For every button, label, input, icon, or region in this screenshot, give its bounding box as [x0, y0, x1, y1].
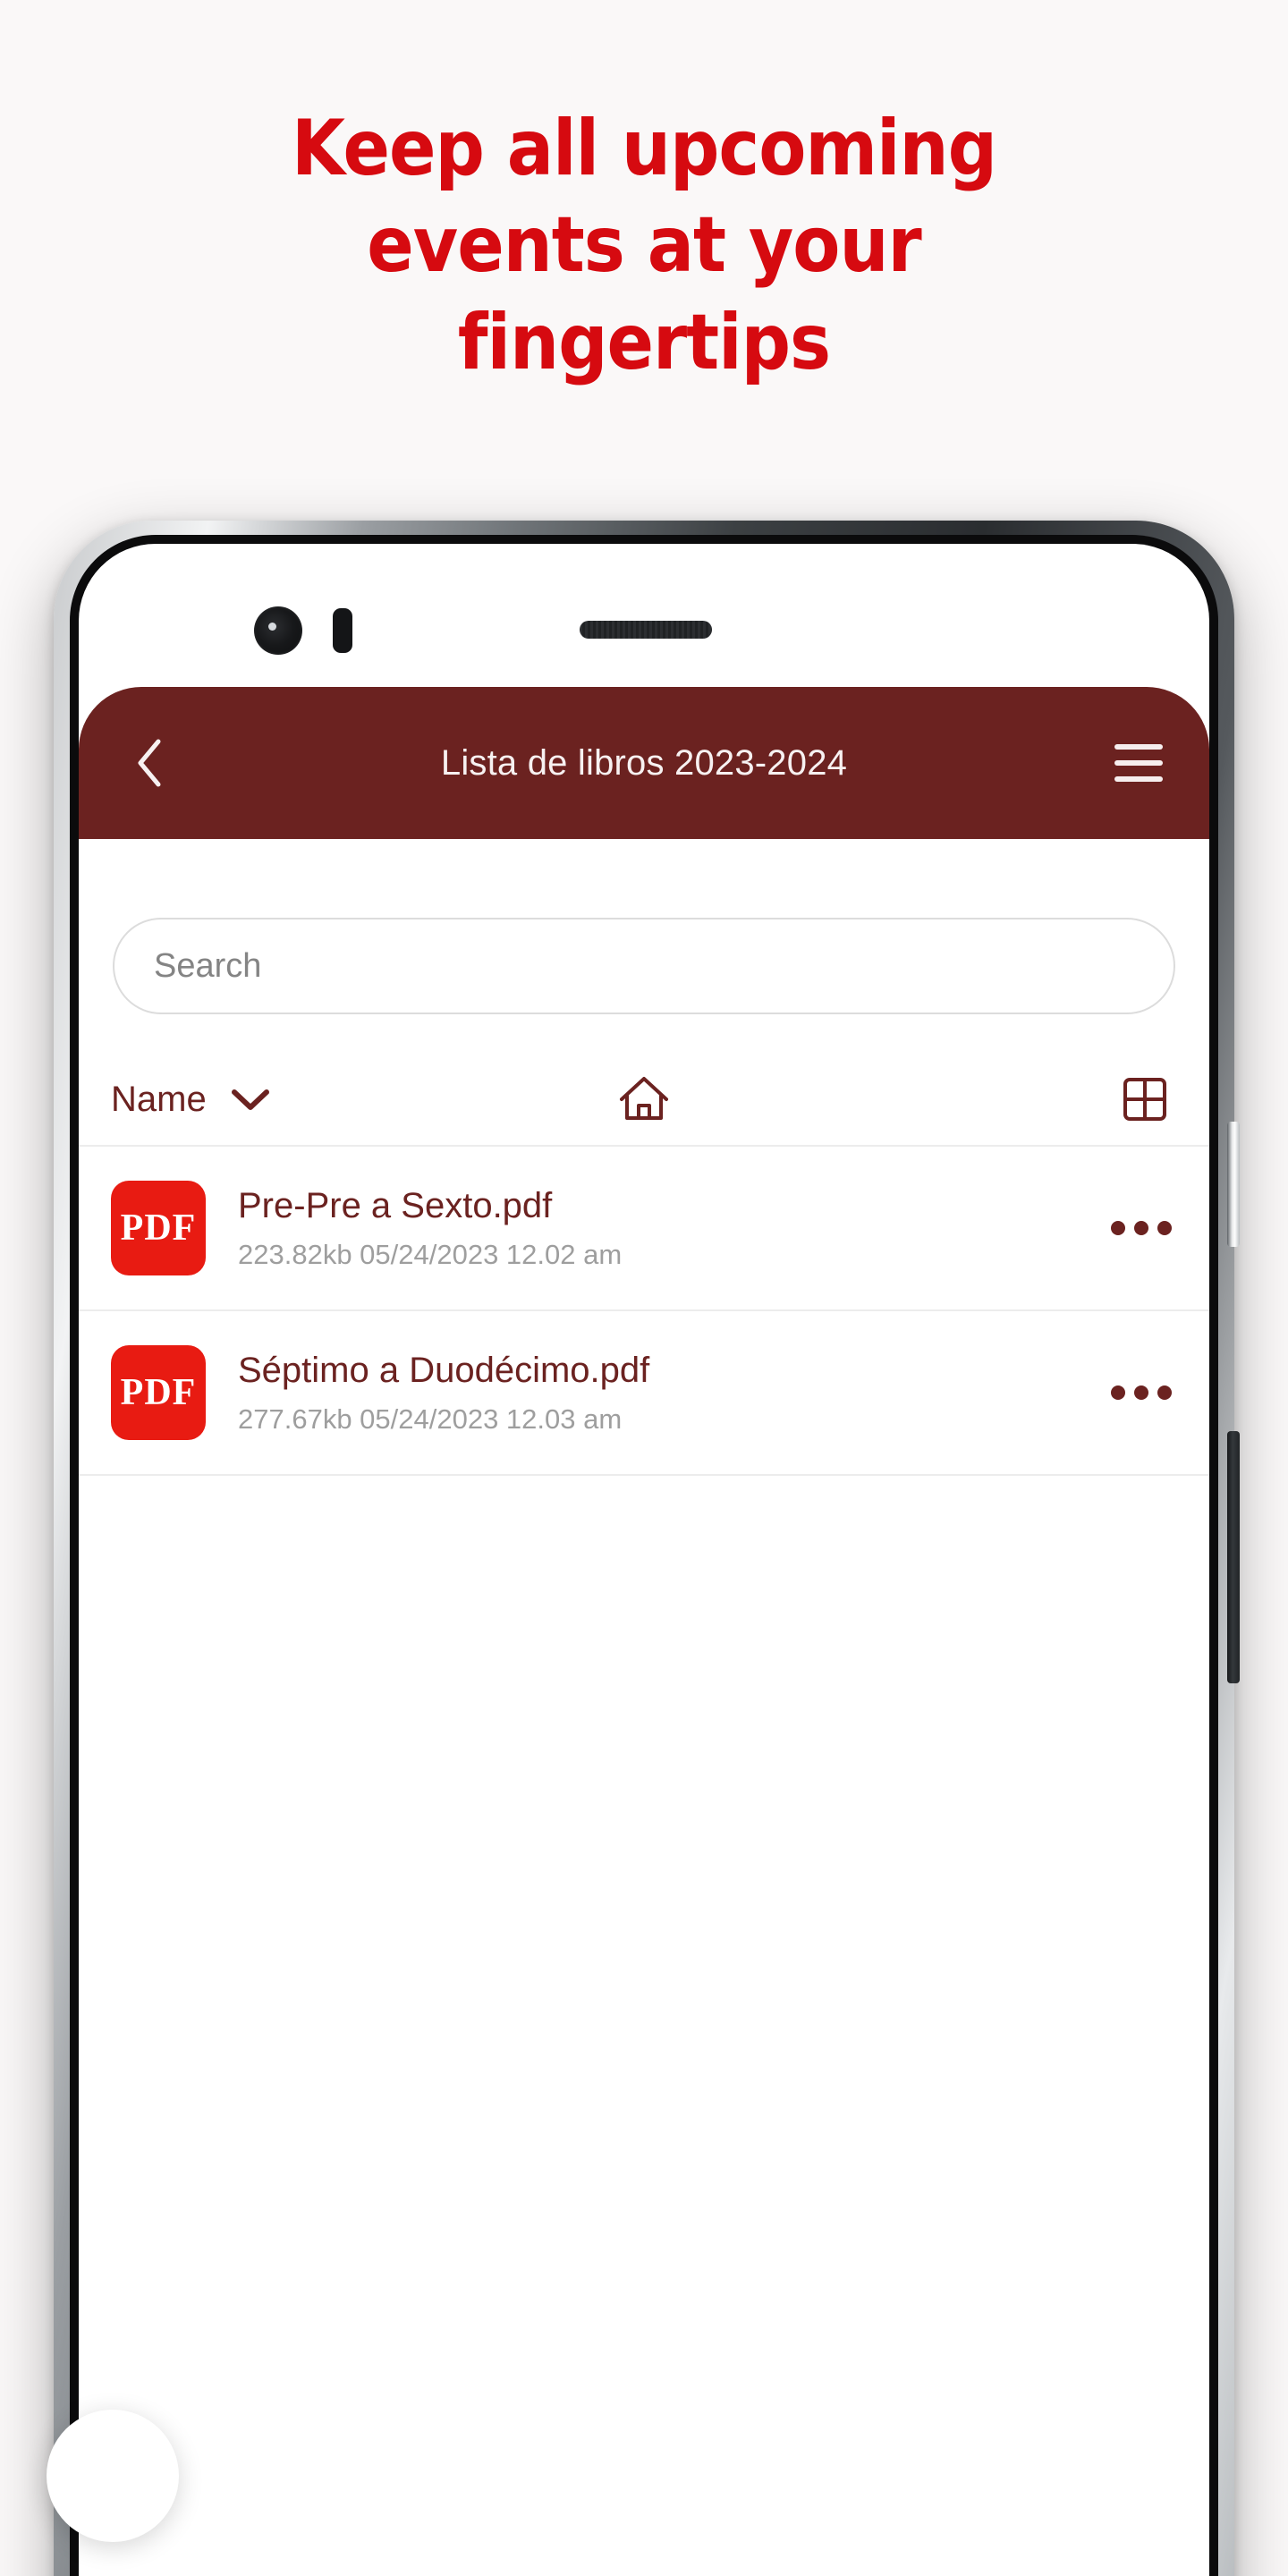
headline-line-3: fingertips: [457, 297, 831, 387]
table-row[interactable]: PDF Séptimo a Duodécimo.pdf 277.67kb 05/…: [79, 1311, 1209, 1476]
overflow-menu-icon[interactable]: [1106, 1357, 1177, 1428]
search-input[interactable]: Search: [113, 918, 1175, 1014]
grid-view-icon: [1123, 1078, 1166, 1121]
headline-line-1: Keep all upcoming: [292, 104, 997, 193]
pdf-file-icon: PDF: [111, 1181, 206, 1275]
file-meta-text: 223.82kb 05/24/2023 12.02 am: [238, 1238, 623, 1270]
front-camera-icon: [254, 606, 302, 655]
file-info: Pre-Pre a Sexto.pdf 223.82kb 05/24/2023 …: [206, 1186, 1106, 1271]
file-name: Pre-Pre a Sexto.pdf: [238, 1185, 553, 1225]
search-section: Search: [79, 839, 1209, 1014]
home-icon: [620, 1077, 668, 1120]
page-title: Lista de libros 2023-2024: [440, 742, 848, 783]
sort-control[interactable]: Name: [111, 1080, 271, 1120]
search-placeholder: Search: [154, 946, 262, 985]
grid-view-button[interactable]: [1113, 1067, 1177, 1131]
file-name: Séptimo a Duodécimo.pdf: [238, 1350, 650, 1390]
chevron-down-icon: [231, 1089, 269, 1110]
phone-mockup: Lista de libros 2023-2024 Search Name PD…: [54, 521, 1240, 2576]
power-button[interactable]: [1227, 1431, 1240, 1683]
hamburger-menu-icon[interactable]: [1107, 732, 1170, 794]
volume-rocker-button[interactable]: [1227, 1122, 1240, 1247]
file-info: Séptimo a Duodécimo.pdf 277.67kb 05/24/2…: [206, 1351, 1106, 1436]
proximity-sensor-icon: [333, 608, 352, 653]
list-toolbar: Name: [79, 1054, 1209, 1147]
headline-line-2: events at your: [367, 200, 921, 291]
file-meta-text: 277.67kb 05/24/2023 12.03 am: [238, 1402, 623, 1435]
phone-screen: Lista de libros 2023-2024 Search Name PD…: [79, 544, 1209, 2576]
device-hardware-row: [79, 592, 1209, 664]
home-button[interactable]: [612, 1067, 676, 1131]
earpiece-speaker-icon: [580, 621, 712, 639]
sort-label: Name: [111, 1079, 207, 1119]
app-container: Lista de libros 2023-2024 Search Name PD…: [79, 687, 1209, 2576]
overflow-menu-icon[interactable]: [1106, 1192, 1177, 1264]
table-row[interactable]: PDF Pre-Pre a Sexto.pdf 223.82kb 05/24/2…: [79, 1147, 1209, 1311]
app-bar: Lista de libros 2023-2024: [79, 687, 1209, 839]
floating-action-button[interactable]: [47, 2410, 179, 2542]
phone-bezel: Lista de libros 2023-2024 Search Name PD…: [70, 535, 1218, 2576]
back-button[interactable]: [118, 732, 181, 794]
pdf-file-icon: PDF: [111, 1345, 206, 1440]
promo-headline: Keep all upcoming events at your fingert…: [0, 100, 1288, 391]
chevron-left-icon: [138, 739, 161, 787]
